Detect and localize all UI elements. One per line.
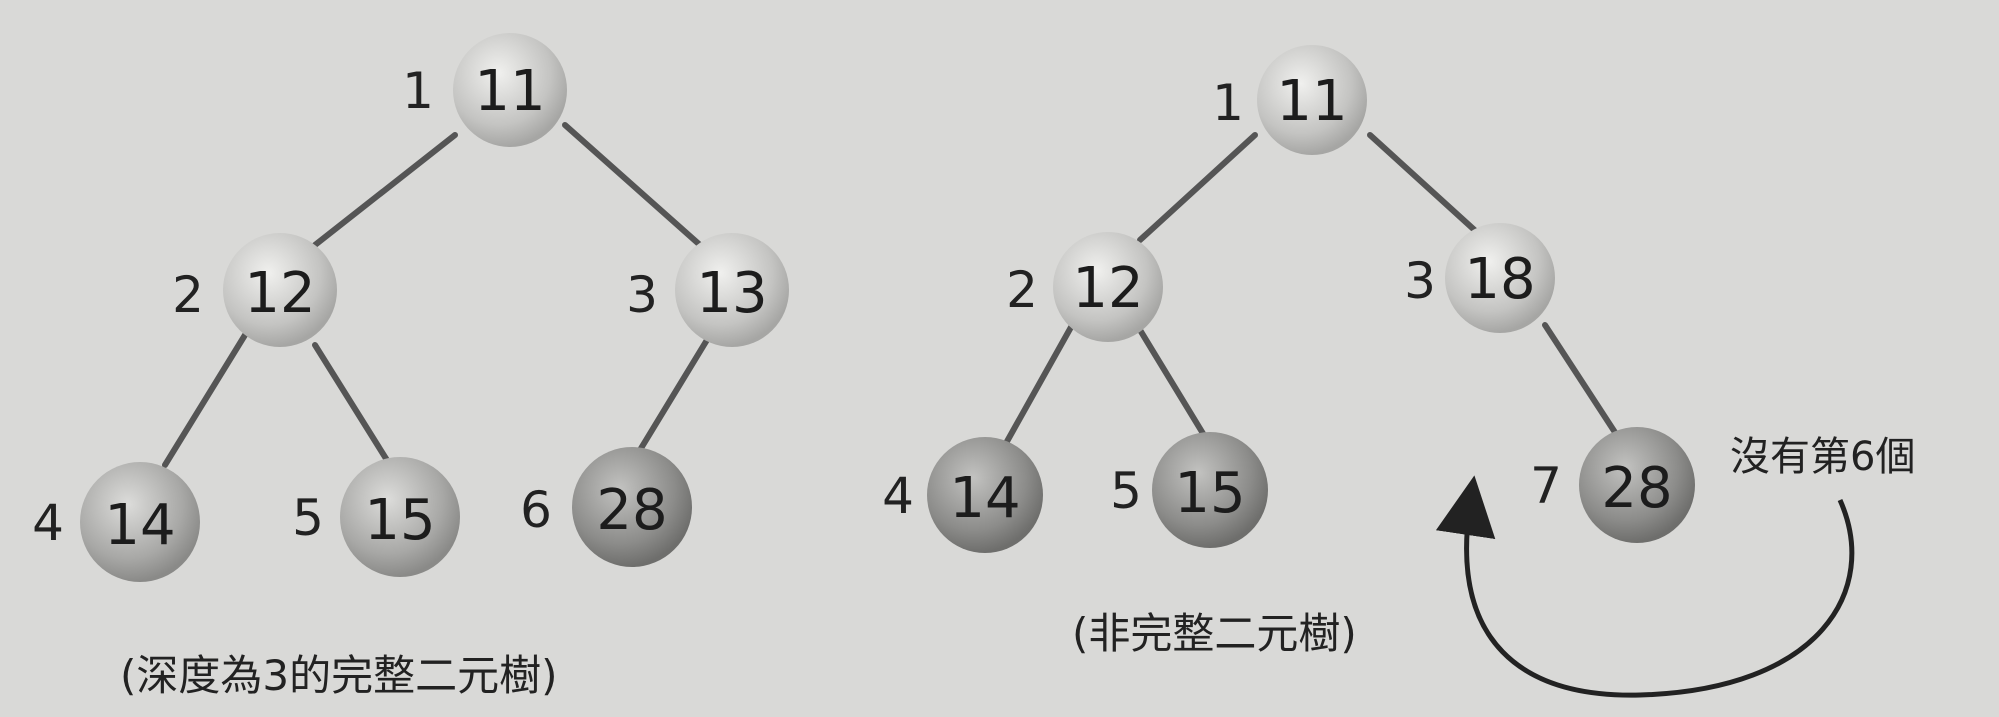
node-value: 11 (1276, 69, 1347, 134)
node-value: 11 (474, 59, 545, 124)
tree-1-node-1: 1 11 (402, 33, 567, 147)
node-value: 14 (949, 466, 1020, 531)
tree-1-node-3: 3 13 (626, 233, 789, 347)
edge-1-3 (1367, 132, 1483, 238)
node-index: 5 (292, 489, 324, 547)
tree-complete: 1 11 2 12 3 13 4 14 5 15 6 28 (深度為3的完整二元… (32, 33, 789, 700)
node-value: 14 (104, 493, 175, 558)
binary-tree-diagram: 1 11 2 12 3 13 4 14 5 15 6 28 (深度為3的完整二元… (32, 33, 1915, 700)
tree-2-node-4: 4 14 (882, 437, 1043, 553)
node-index: 2 (1006, 261, 1038, 319)
edge-2-5 (312, 342, 393, 468)
edge-3-7 (1542, 322, 1623, 443)
tree-1-node-2: 2 12 (172, 233, 337, 347)
edge-2-5 (1137, 327, 1213, 448)
node-index: 1 (402, 62, 434, 120)
node-index: 7 (1530, 457, 1562, 515)
tree-1-node-6: 6 28 (520, 447, 692, 567)
tree-2-node-7: 7 28 (1530, 427, 1695, 543)
node-index: 5 (1110, 462, 1142, 520)
edge-3-6 (637, 332, 713, 453)
node-index: 3 (626, 266, 658, 324)
node-value: 15 (364, 488, 435, 553)
node-value: 13 (696, 261, 767, 326)
node-value: 12 (244, 261, 315, 326)
tree-1-node-5: 5 15 (292, 457, 460, 577)
edge-1-3 (562, 122, 703, 248)
tree-2-node-3: 3 18 (1404, 223, 1555, 333)
node-index: 2 (172, 266, 204, 324)
missing-node-note: 沒有第6個 (1730, 434, 1915, 480)
edge-1-2 (312, 132, 458, 248)
node-value: 12 (1072, 256, 1143, 321)
tree-1-caption: (深度為3的完整二元樹) (120, 651, 558, 700)
node-value: 18 (1464, 247, 1535, 312)
node-value: 28 (596, 478, 667, 543)
tree-2-caption: (非完整二元樹) (1072, 609, 1357, 658)
tree-2-node-2: 2 12 (1006, 232, 1163, 342)
node-value: 15 (1174, 461, 1245, 526)
node-index: 6 (520, 481, 552, 539)
edge-2-4 (162, 332, 248, 468)
node-index: 4 (882, 467, 914, 525)
node-index: 3 (1404, 252, 1436, 310)
node-index: 4 (32, 494, 64, 552)
node-index: 1 (1212, 74, 1244, 132)
edge-1-2 (1137, 132, 1258, 243)
tree-2-node-5: 5 15 (1110, 432, 1268, 548)
tree-1-node-4: 4 14 (32, 462, 200, 582)
node-value: 28 (1601, 456, 1672, 521)
tree-incomplete: 1 11 2 12 3 18 4 14 5 15 7 28 (非完整二元樹) 沒… (882, 45, 1915, 698)
tree-2-node-1: 1 11 (1212, 45, 1367, 155)
edge-2-4 (1002, 317, 1078, 448)
